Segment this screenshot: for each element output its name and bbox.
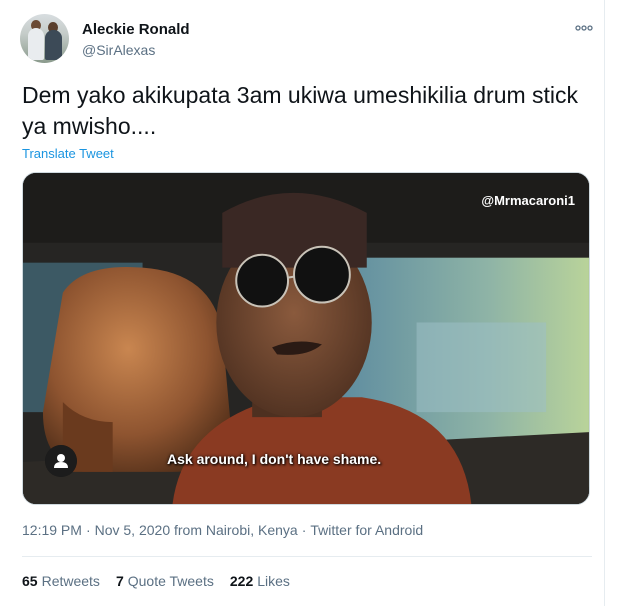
translate-tweet-link[interactable]: Translate Tweet: [22, 146, 114, 161]
author-name[interactable]: Aleckie Ronald: [82, 21, 190, 38]
tweet-date[interactable]: Nov 5, 2020: [95, 522, 171, 538]
author-handle[interactable]: @SirAlexas: [82, 42, 155, 58]
media-watermark: @Mrmacaroni1: [481, 193, 575, 208]
avatar-figure: [45, 30, 62, 60]
tweet-time[interactable]: 12:19 PM: [22, 522, 82, 538]
tweet-stats: 65 Retweets 7 Quote Tweets 222 Likes: [22, 573, 290, 589]
tweet-location: from Nairobi, Kenya: [174, 522, 298, 538]
retweets-label: Retweets: [41, 573, 100, 589]
tweet-meta: 12:19 PM · Nov 5, 2020 from Nairobi, Kenya…: [22, 522, 424, 538]
likes-label: Likes: [257, 573, 290, 589]
retweets-stat[interactable]: 65 Retweets: [22, 573, 100, 589]
media-caption: Ask around, I don't have shame.: [167, 451, 382, 467]
likes-stat[interactable]: 222 Likes: [230, 573, 290, 589]
tweet-text: Dem yako akikupata 3am ukiwa umeshikilia…: [22, 82, 579, 139]
avatar-figure: [28, 28, 44, 60]
tweet-media[interactable]: @Mrmacaroni1 Ask around, I don't have sh…: [22, 172, 590, 505]
quote-tweets-label: Quote Tweets: [127, 573, 214, 589]
quote-tweets-stat[interactable]: 7 Quote Tweets: [116, 573, 214, 589]
tweet-card: Aleckie Ronald @SirAlexas Dem yako akiku…: [0, 0, 605, 606]
user-tag-icon[interactable]: [45, 445, 77, 477]
quote-tweets-count: 7: [115, 573, 124, 589]
more-options-icon[interactable]: [574, 22, 594, 34]
divider: [22, 556, 592, 557]
author-avatar[interactable]: [20, 14, 69, 63]
likes-count: 222: [229, 573, 254, 589]
retweets-count: 65: [22, 573, 38, 589]
tweet-source[interactable]: Twitter for Android: [310, 522, 423, 538]
